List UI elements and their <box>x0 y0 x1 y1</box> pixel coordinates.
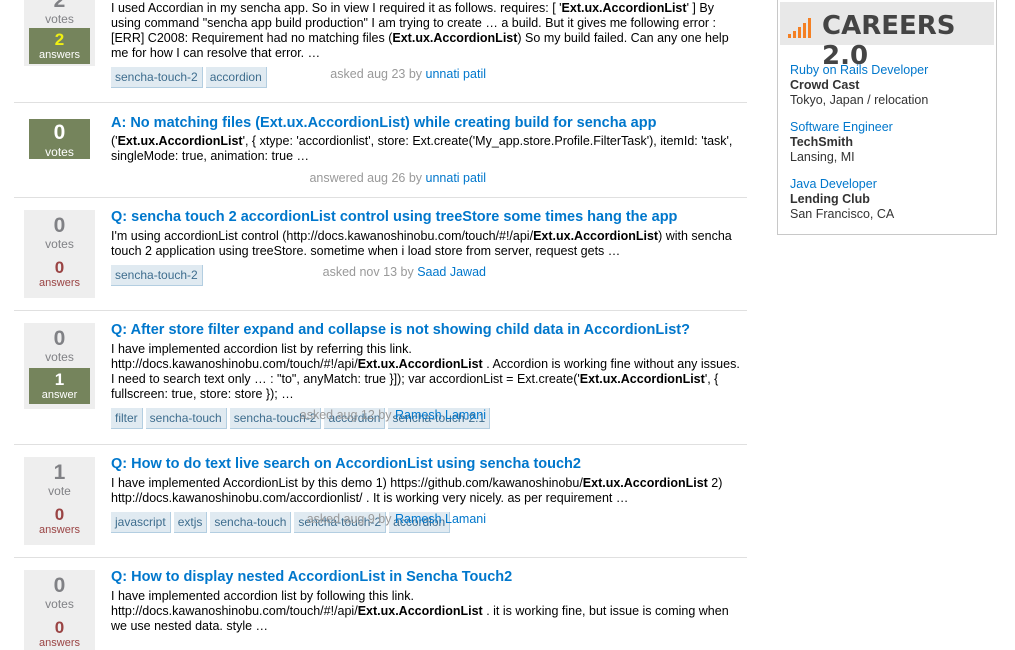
vote-number: 2 <box>53 0 66 12</box>
divider <box>14 557 747 558</box>
vote-label: vote <box>48 484 71 498</box>
meta-text: asked aug 9 by <box>306 512 392 526</box>
tag[interactable]: sencha-touch-2 <box>111 265 203 286</box>
result-meta: asked aug 12 by Ramesh Lamani <box>300 408 486 423</box>
job-listing: Java Developer Lending Club San Francisc… <box>790 177 990 222</box>
tag[interactable]: extjs <box>173 512 208 533</box>
meta-text: asked aug 12 by <box>299 408 392 422</box>
tag-list: sencha-touch-2 <box>111 265 206 287</box>
vote-label: votes <box>45 145 74 159</box>
result-stats: 0 votes 1 answer <box>24 323 95 409</box>
user-link[interactable]: Ramesh Lamani <box>395 512 486 526</box>
answer-number: 1 <box>54 370 65 389</box>
user-link[interactable]: unnati patil <box>426 67 486 81</box>
tag-list: sencha-touch-2 accordion <box>111 67 270 89</box>
answer-count: 0 answers <box>29 259 90 290</box>
divider <box>14 102 747 103</box>
answer-label: answers <box>39 637 80 649</box>
answer-number: 2 <box>54 30 65 49</box>
answer-count: 1 answer <box>29 368 90 404</box>
vote-count: 0 votes <box>24 327 95 365</box>
vote-number: 1 <box>53 461 66 484</box>
result-excerpt: I used Accordian in my sencha app. So in… <box>111 1 729 60</box>
meta-text: answered aug 26 by <box>309 171 423 185</box>
job-title-link[interactable]: Java Developer <box>790 177 990 192</box>
result-meta: answered aug 26 by unnati patil <box>309 171 486 186</box>
answer-number: 0 <box>54 258 65 277</box>
vote-number: 0 <box>53 214 66 237</box>
vote-count: 2 votes <box>24 0 95 26</box>
user-link[interactable]: unnati patil <box>426 171 486 185</box>
careers-logo: CAREERS 2.0 <box>822 11 956 71</box>
answer-count: 0 answers <box>29 619 90 650</box>
job-listing: Ruby on Rails Developer Crowd Cast Tokyo… <box>790 63 990 108</box>
meta-text: asked nov 13 by <box>322 265 414 279</box>
tag[interactable]: sencha-touch-2 <box>111 67 203 88</box>
result-excerpt: I have implemented accordion list by fol… <box>111 589 729 633</box>
tag[interactable]: javascript <box>111 512 171 533</box>
result-excerpt: I have implemented AccordionList by this… <box>111 476 723 505</box>
job-company: Crowd Cast <box>790 78 860 92</box>
answer-number: 0 <box>54 505 65 524</box>
tag[interactable]: sencha-touch <box>210 512 292 533</box>
tag[interactable]: accordion <box>205 67 267 88</box>
divider <box>14 197 747 198</box>
answer-vote-count: 0 votes <box>29 119 90 159</box>
search-results: 2 votes 2 answers I used Accordian in my… <box>0 0 760 650</box>
result-title[interactable]: Q: sencha touch 2 accordionList control … <box>111 209 677 226</box>
job-location: Lansing, MI <box>790 150 855 164</box>
result-excerpt: I have implemented accordion list by ref… <box>111 342 740 401</box>
result-stats: 2 votes 2 answers <box>24 0 95 66</box>
answer-label: answer <box>41 389 78 401</box>
result-meta: asked aug 23 by unnati patil <box>330 67 486 82</box>
result-stats: 1 vote 0 answers <box>24 457 95 545</box>
result-meta: asked nov 13 by Saad Jawad <box>323 265 486 280</box>
divider <box>14 444 747 445</box>
job-title-link[interactable]: Software Engineer <box>790 120 990 135</box>
result-title[interactable]: A: No matching files (Ext.ux.AccordionLi… <box>111 115 656 132</box>
user-link[interactable]: Saad Jawad <box>417 265 486 279</box>
vote-label: votes <box>45 237 74 251</box>
result-title[interactable]: Q: How to display nested AccordionList i… <box>111 569 512 586</box>
job-location: Tokyo, Japan / relocation <box>790 93 929 107</box>
meta-text: asked aug 23 by <box>330 67 423 81</box>
job-listing: Software Engineer TechSmith Lansing, MI <box>790 120 990 165</box>
vote-label: votes <box>45 597 74 611</box>
answer-label: answers <box>39 277 80 289</box>
vote-number: 0 <box>53 121 66 144</box>
job-location: San Francisco, CA <box>790 207 895 221</box>
result-meta: asked aug 9 by Ramesh Lamani <box>307 512 486 527</box>
divider <box>14 310 747 311</box>
vote-count: 0 votes <box>24 214 95 252</box>
result-stats: 0 votes 0 answers <box>24 210 95 298</box>
vote-number: 0 <box>53 327 66 350</box>
user-link[interactable]: Ramesh Lamani <box>395 408 486 422</box>
job-company: TechSmith <box>790 135 853 149</box>
result-excerpt: ('Ext.ux.AccordionList', { xtype: 'accor… <box>111 134 733 163</box>
careers-header[interactable]: CAREERS 2.0 <box>780 2 994 71</box>
answer-count: 2 answers <box>29 28 90 64</box>
result-stats: 0 votes 0 answers <box>24 570 95 650</box>
signal-bars-icon <box>788 16 814 38</box>
careers-widget: CAREERS 2.0 Ruby on Rails Developer Crow… <box>777 0 997 235</box>
job-company: Lending Club <box>790 192 870 206</box>
job-title-link[interactable]: Ruby on Rails Developer <box>790 63 990 78</box>
result-title[interactable]: Q: After store filter expand and collaps… <box>111 322 690 339</box>
tag[interactable]: filter <box>111 408 143 429</box>
vote-count: 0 votes <box>24 574 95 612</box>
answer-label: answers <box>39 49 80 61</box>
result-title[interactable]: Q: How to do text live search on Accordi… <box>111 456 581 473</box>
vote-label: votes <box>45 12 74 26</box>
vote-label: votes <box>45 350 74 364</box>
vote-count: 1 vote <box>24 461 95 499</box>
answer-label: answers <box>39 524 80 536</box>
result-excerpt: I'm using accordionList control (http://… <box>111 229 732 258</box>
answer-count: 0 answers <box>29 506 90 537</box>
tag[interactable]: sencha-touch <box>145 408 227 429</box>
answer-number: 0 <box>54 618 65 637</box>
vote-number: 0 <box>53 574 66 597</box>
